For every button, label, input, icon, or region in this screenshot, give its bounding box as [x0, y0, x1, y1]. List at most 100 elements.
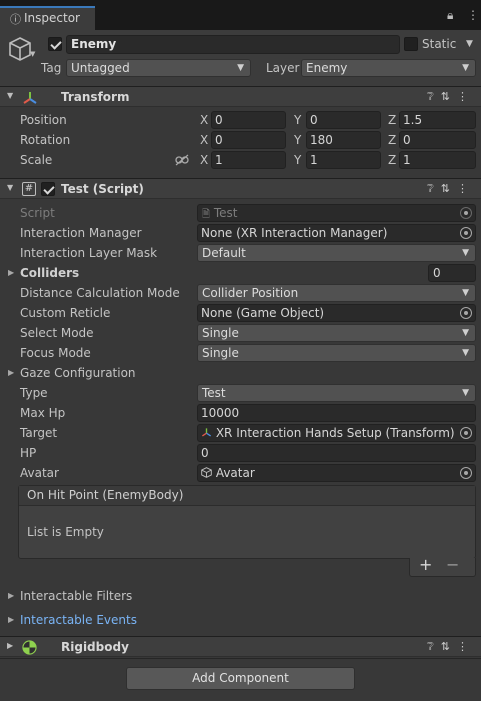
presets-icon[interactable]: ⇅	[441, 640, 457, 653]
tag-value: Untagged	[71, 61, 130, 75]
select-mode-label: Select Mode	[20, 326, 94, 340]
colliders-foldout-icon[interactable]: ▶	[8, 268, 14, 277]
colliders-size-field[interactable]: 0	[428, 264, 476, 282]
component-menu-icon[interactable]: ⋮	[457, 90, 475, 103]
info-icon: ⓘ	[10, 13, 21, 26]
layer-dropdown[interactable]: Enemy ▼	[301, 59, 476, 77]
target-label: Target	[20, 426, 58, 440]
object-picker-icon[interactable]	[460, 467, 472, 479]
script-field: 🗎︎ Test	[197, 204, 476, 222]
select-mode-dropdown[interactable]: Single ▼	[197, 324, 476, 342]
interaction-layer-mask-label: Interaction Layer Mask	[20, 246, 158, 260]
axis-x-label: X	[200, 113, 209, 127]
presets-icon[interactable]: ⇅	[441, 90, 457, 103]
constrain-proportions-icon[interactable]	[175, 154, 189, 166]
lock-icon[interactable]: 🔒︎	[447, 8, 453, 23]
position-z-field[interactable]: 1.5	[399, 111, 476, 129]
rotation-y-field[interactable]: 180	[306, 131, 381, 149]
focus-mode-dropdown[interactable]: Single ▼	[197, 344, 476, 362]
rigidbody-header[interactable]: ▶ Rigidbody ❔︎⇅⋮	[0, 636, 481, 657]
axis-z-label: Z	[388, 113, 397, 127]
object-name-field[interactable]: Enemy	[66, 35, 400, 54]
type-dropdown[interactable]: Test ▼	[197, 384, 476, 402]
tag-label: Tag	[41, 61, 62, 75]
rotation-x-field[interactable]: 0	[211, 131, 286, 149]
interactable-filters-label[interactable]: Interactable Filters	[20, 589, 132, 603]
script-label: Script	[20, 206, 55, 220]
cube-dropdown-arrow-icon[interactable]: ▼	[30, 50, 35, 58]
event-list-title: On Hit Point (EnemyBody)	[19, 486, 475, 506]
interaction-manager-label: Interaction Manager	[20, 226, 142, 240]
interaction-layer-mask-dropdown[interactable]: Default ▼	[197, 244, 476, 262]
add-component-button[interactable]: Add Component	[126, 667, 355, 690]
rotation-label: Rotation	[20, 133, 71, 147]
target-field[interactable]: XR Interaction Hands Setup (Transform)	[197, 424, 476, 442]
static-label: Static	[422, 37, 457, 51]
foldout-collapsed-icon[interactable]: ▶	[7, 641, 13, 650]
divider	[0, 658, 481, 659]
test-script-header[interactable]: ▼ # Test (Script) ❔︎⇅⋮	[0, 178, 481, 199]
scale-x-field[interactable]: 1	[211, 151, 286, 169]
foldout-expanded-icon[interactable]: ▼	[7, 183, 13, 192]
avatar-field[interactable]: Avatar	[197, 464, 476, 482]
type-value: Test	[202, 386, 226, 400]
position-x-field[interactable]: 0	[211, 111, 286, 129]
script-hash-icon: #	[22, 182, 36, 196]
rigidbody-icon	[22, 640, 37, 655]
interactable-events-label[interactable]: Interactable Events	[20, 613, 137, 627]
tab-inspector[interactable]: ⓘ Inspector	[0, 6, 95, 30]
object-picker-icon[interactable]	[460, 427, 472, 439]
max-hp-field[interactable]: 10000	[197, 404, 476, 422]
add-event-button[interactable]: +	[419, 555, 432, 574]
gaze-config-label[interactable]: Gaze Configuration	[20, 366, 136, 380]
axis-y-label: Y	[294, 113, 302, 127]
chevron-down-icon: ▼	[462, 388, 469, 398]
remove-event-button[interactable]: −	[446, 555, 459, 574]
avatar-value: Avatar	[215, 466, 255, 480]
presets-icon[interactable]: ⇅	[441, 182, 457, 195]
kebab-menu-icon[interactable]: ⋮	[467, 8, 479, 22]
layer-label: Layer	[266, 61, 300, 75]
interaction-manager-value: None (XR Interaction Manager)	[201, 226, 388, 240]
script-enabled-checkbox[interactable]	[41, 182, 55, 196]
transform-header[interactable]: ▼ Transform ❔︎⇅⋮	[0, 86, 481, 107]
rigidbody-title: Rigidbody	[61, 640, 129, 654]
layer-value: Enemy	[306, 61, 348, 75]
script-field-value: Test	[213, 206, 238, 220]
scale-z-field[interactable]: 1	[399, 151, 476, 169]
chevron-down-icon: ▼	[462, 288, 469, 298]
help-icon[interactable]: ❔︎	[427, 640, 441, 653]
axis-y-label: Y	[294, 153, 302, 167]
component-menu-icon[interactable]: ⋮	[457, 182, 475, 195]
tab-inspector-label: Inspector	[24, 11, 80, 25]
interaction-manager-field[interactable]: None (XR Interaction Manager)	[197, 224, 476, 242]
transform-icon	[201, 428, 212, 437]
rotation-z-field[interactable]: 0	[399, 131, 476, 149]
position-y-field[interactable]: 0	[306, 111, 381, 129]
distance-calc-label: Distance Calculation Mode	[20, 286, 180, 300]
static-dropdown-arrow-icon[interactable]: ▼	[466, 39, 473, 49]
distance-calc-dropdown[interactable]: Collider Position ▼	[197, 284, 476, 302]
colliders-label[interactable]: Colliders	[20, 266, 79, 280]
interactable-events-foldout-icon[interactable]: ▶	[8, 615, 14, 624]
interaction-layer-mask-value: Default	[202, 246, 246, 260]
static-checkbox[interactable]	[404, 37, 418, 51]
interactable-filters-foldout-icon[interactable]: ▶	[8, 591, 14, 600]
help-icon[interactable]: ❔︎	[427, 90, 441, 103]
tag-dropdown[interactable]: Untagged ▼	[66, 59, 251, 77]
object-picker-icon[interactable]	[460, 307, 472, 319]
foldout-expanded-icon[interactable]: ▼	[7, 91, 13, 100]
custom-reticle-field[interactable]: None (Game Object)	[197, 304, 476, 322]
component-menu-icon[interactable]: ⋮	[457, 640, 475, 653]
transform-title: Transform	[61, 90, 130, 104]
gameobject-header: ▼ Enemy Static ▼ Tag Untagged ▼ Layer En…	[0, 30, 481, 87]
gaze-config-foldout-icon[interactable]: ▶	[8, 368, 14, 377]
help-icon[interactable]: ❔︎	[427, 182, 441, 195]
hp-field[interactable]: 0	[197, 444, 476, 462]
axis-x-label: X	[200, 133, 209, 147]
object-picker-icon	[460, 207, 472, 219]
object-picker-icon[interactable]	[460, 227, 472, 239]
gameobject-cube-icon[interactable]	[5, 34, 35, 64]
scale-y-field[interactable]: 1	[306, 151, 381, 169]
active-checkbox[interactable]	[48, 37, 62, 51]
